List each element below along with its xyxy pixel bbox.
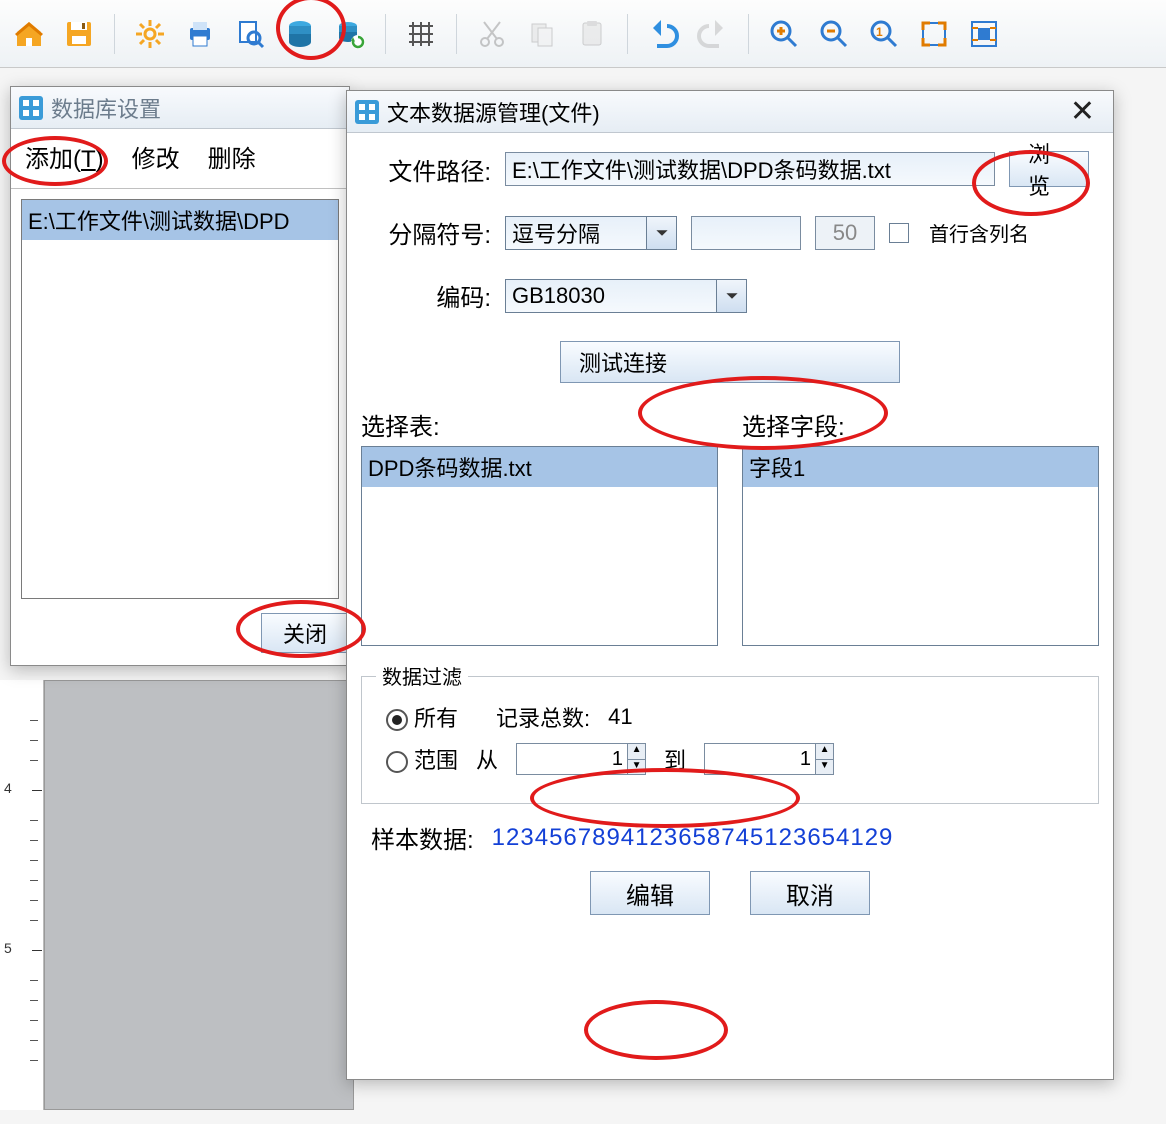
from-label: 从 (476, 743, 498, 775)
range-to-input[interactable] (705, 744, 815, 774)
range-from-input[interactable] (517, 744, 627, 774)
encoding-combo[interactable] (505, 279, 747, 313)
spin-up-icon[interactable]: ▲ (815, 744, 833, 760)
modify-action[interactable]: 修改 (132, 139, 180, 174)
record-total-value: 41 (608, 704, 658, 730)
cut-icon[interactable] (469, 11, 515, 57)
first-row-header-checkbox[interactable] (889, 223, 909, 243)
filter-legend: 数据过滤 (376, 661, 468, 690)
delete-action[interactable]: 删除 (208, 139, 256, 174)
add-action[interactable]: 添加(T) (25, 139, 104, 174)
vertical-ruler: 4 5 (0, 680, 44, 1110)
dialog-title: 数据库设置 (51, 92, 161, 124)
filter-all-label: 所有 (414, 706, 458, 731)
datasource-list[interactable]: E:\工作文件\测试数据\DPD (21, 199, 339, 599)
zoom-reset-icon[interactable]: 1 (861, 11, 907, 57)
test-connection-button[interactable]: 测试连接 (560, 341, 900, 383)
spin-up-icon[interactable]: ▲ (627, 744, 645, 760)
encoding-value[interactable] (506, 280, 716, 312)
select-table-label: 选择表: (361, 407, 718, 442)
delimiter-combo[interactable] (505, 216, 677, 250)
design-canvas[interactable] (44, 680, 354, 1110)
dialog-title-bar[interactable]: 文本数据源管理(文件) ✕ (347, 91, 1113, 133)
delimiter-label: 分隔符号: (371, 215, 491, 250)
app-icon (19, 96, 43, 120)
to-label: 到 (664, 743, 686, 775)
chevron-down-icon[interactable] (646, 217, 676, 249)
filter-range-label: 范围 (414, 748, 458, 773)
grid-icon[interactable] (398, 11, 444, 57)
path-input[interactable] (505, 152, 995, 186)
chevron-down-icon[interactable] (716, 280, 746, 312)
database-icon[interactable] (277, 11, 323, 57)
table-list[interactable]: DPD条码数据.txt (361, 446, 718, 646)
dialog-title: 文本数据源管理(文件) (387, 96, 600, 128)
record-total-label: 记录总数: (496, 701, 590, 733)
settings-gear-icon[interactable] (127, 11, 173, 57)
list-item[interactable]: DPD条码数据.txt (362, 447, 717, 487)
database-settings-dialog: 数据库设置 添加(T) 修改 删除 E:\工作文件\测试数据\DPD 关闭 (10, 86, 350, 666)
edit-button[interactable]: 编辑 (590, 871, 710, 915)
save-icon[interactable] (56, 11, 102, 57)
main-toolbar: 1 (0, 0, 1166, 68)
list-item[interactable]: 字段1 (743, 447, 1098, 487)
dialog-title-bar[interactable]: 数据库设置 (11, 87, 349, 129)
fit-screen-icon[interactable] (911, 11, 957, 57)
spin-down-icon[interactable]: ▼ (627, 760, 645, 775)
delimiter-value[interactable] (506, 217, 646, 249)
paste-icon[interactable] (569, 11, 615, 57)
path-label: 文件路径: (371, 152, 491, 187)
filter-range-radio[interactable] (386, 751, 408, 773)
list-item[interactable]: E:\工作文件\测试数据\DPD (22, 200, 338, 240)
encoding-label: 编码: (371, 278, 491, 313)
field-list[interactable]: 字段1 (742, 446, 1099, 646)
zoom-in-icon[interactable] (761, 11, 807, 57)
app-icon (355, 100, 379, 124)
redo-icon[interactable] (690, 11, 736, 57)
text-datasource-dialog: 文本数据源管理(文件) ✕ 文件路径: 浏览 分隔符号: 首行含列名 编码: (346, 90, 1114, 1080)
home-icon[interactable] (6, 11, 52, 57)
database-refresh-icon[interactable] (327, 11, 373, 57)
zoom-out-icon[interactable] (811, 11, 857, 57)
print-preview-icon[interactable] (227, 11, 273, 57)
range-to-spin[interactable]: ▲▼ (704, 743, 834, 775)
copy-icon[interactable] (519, 11, 565, 57)
cancel-button[interactable]: 取消 (750, 871, 870, 915)
browse-button[interactable]: 浏览 (1009, 151, 1089, 187)
print-icon[interactable] (177, 11, 223, 57)
delimiter-custom-input[interactable] (691, 216, 801, 250)
first-row-header-label: 首行含列名 (929, 218, 1029, 247)
select-field-label: 选择字段: (742, 407, 1099, 442)
spin-down-icon[interactable]: ▼ (815, 760, 833, 775)
sample-label: 样本数据: (371, 820, 474, 855)
sample-value: 1234567894123658745123654129 (492, 824, 894, 852)
delimiter-num-input[interactable] (815, 216, 875, 250)
range-from-spin[interactable]: ▲▼ (516, 743, 646, 775)
filter-all-radio[interactable] (386, 709, 408, 731)
close-button[interactable]: 关闭 (261, 613, 349, 653)
fullscreen-icon[interactable] (961, 11, 1007, 57)
close-icon[interactable]: ✕ (1060, 94, 1105, 129)
undo-icon[interactable] (640, 11, 686, 57)
svg-text:1: 1 (876, 25, 883, 39)
